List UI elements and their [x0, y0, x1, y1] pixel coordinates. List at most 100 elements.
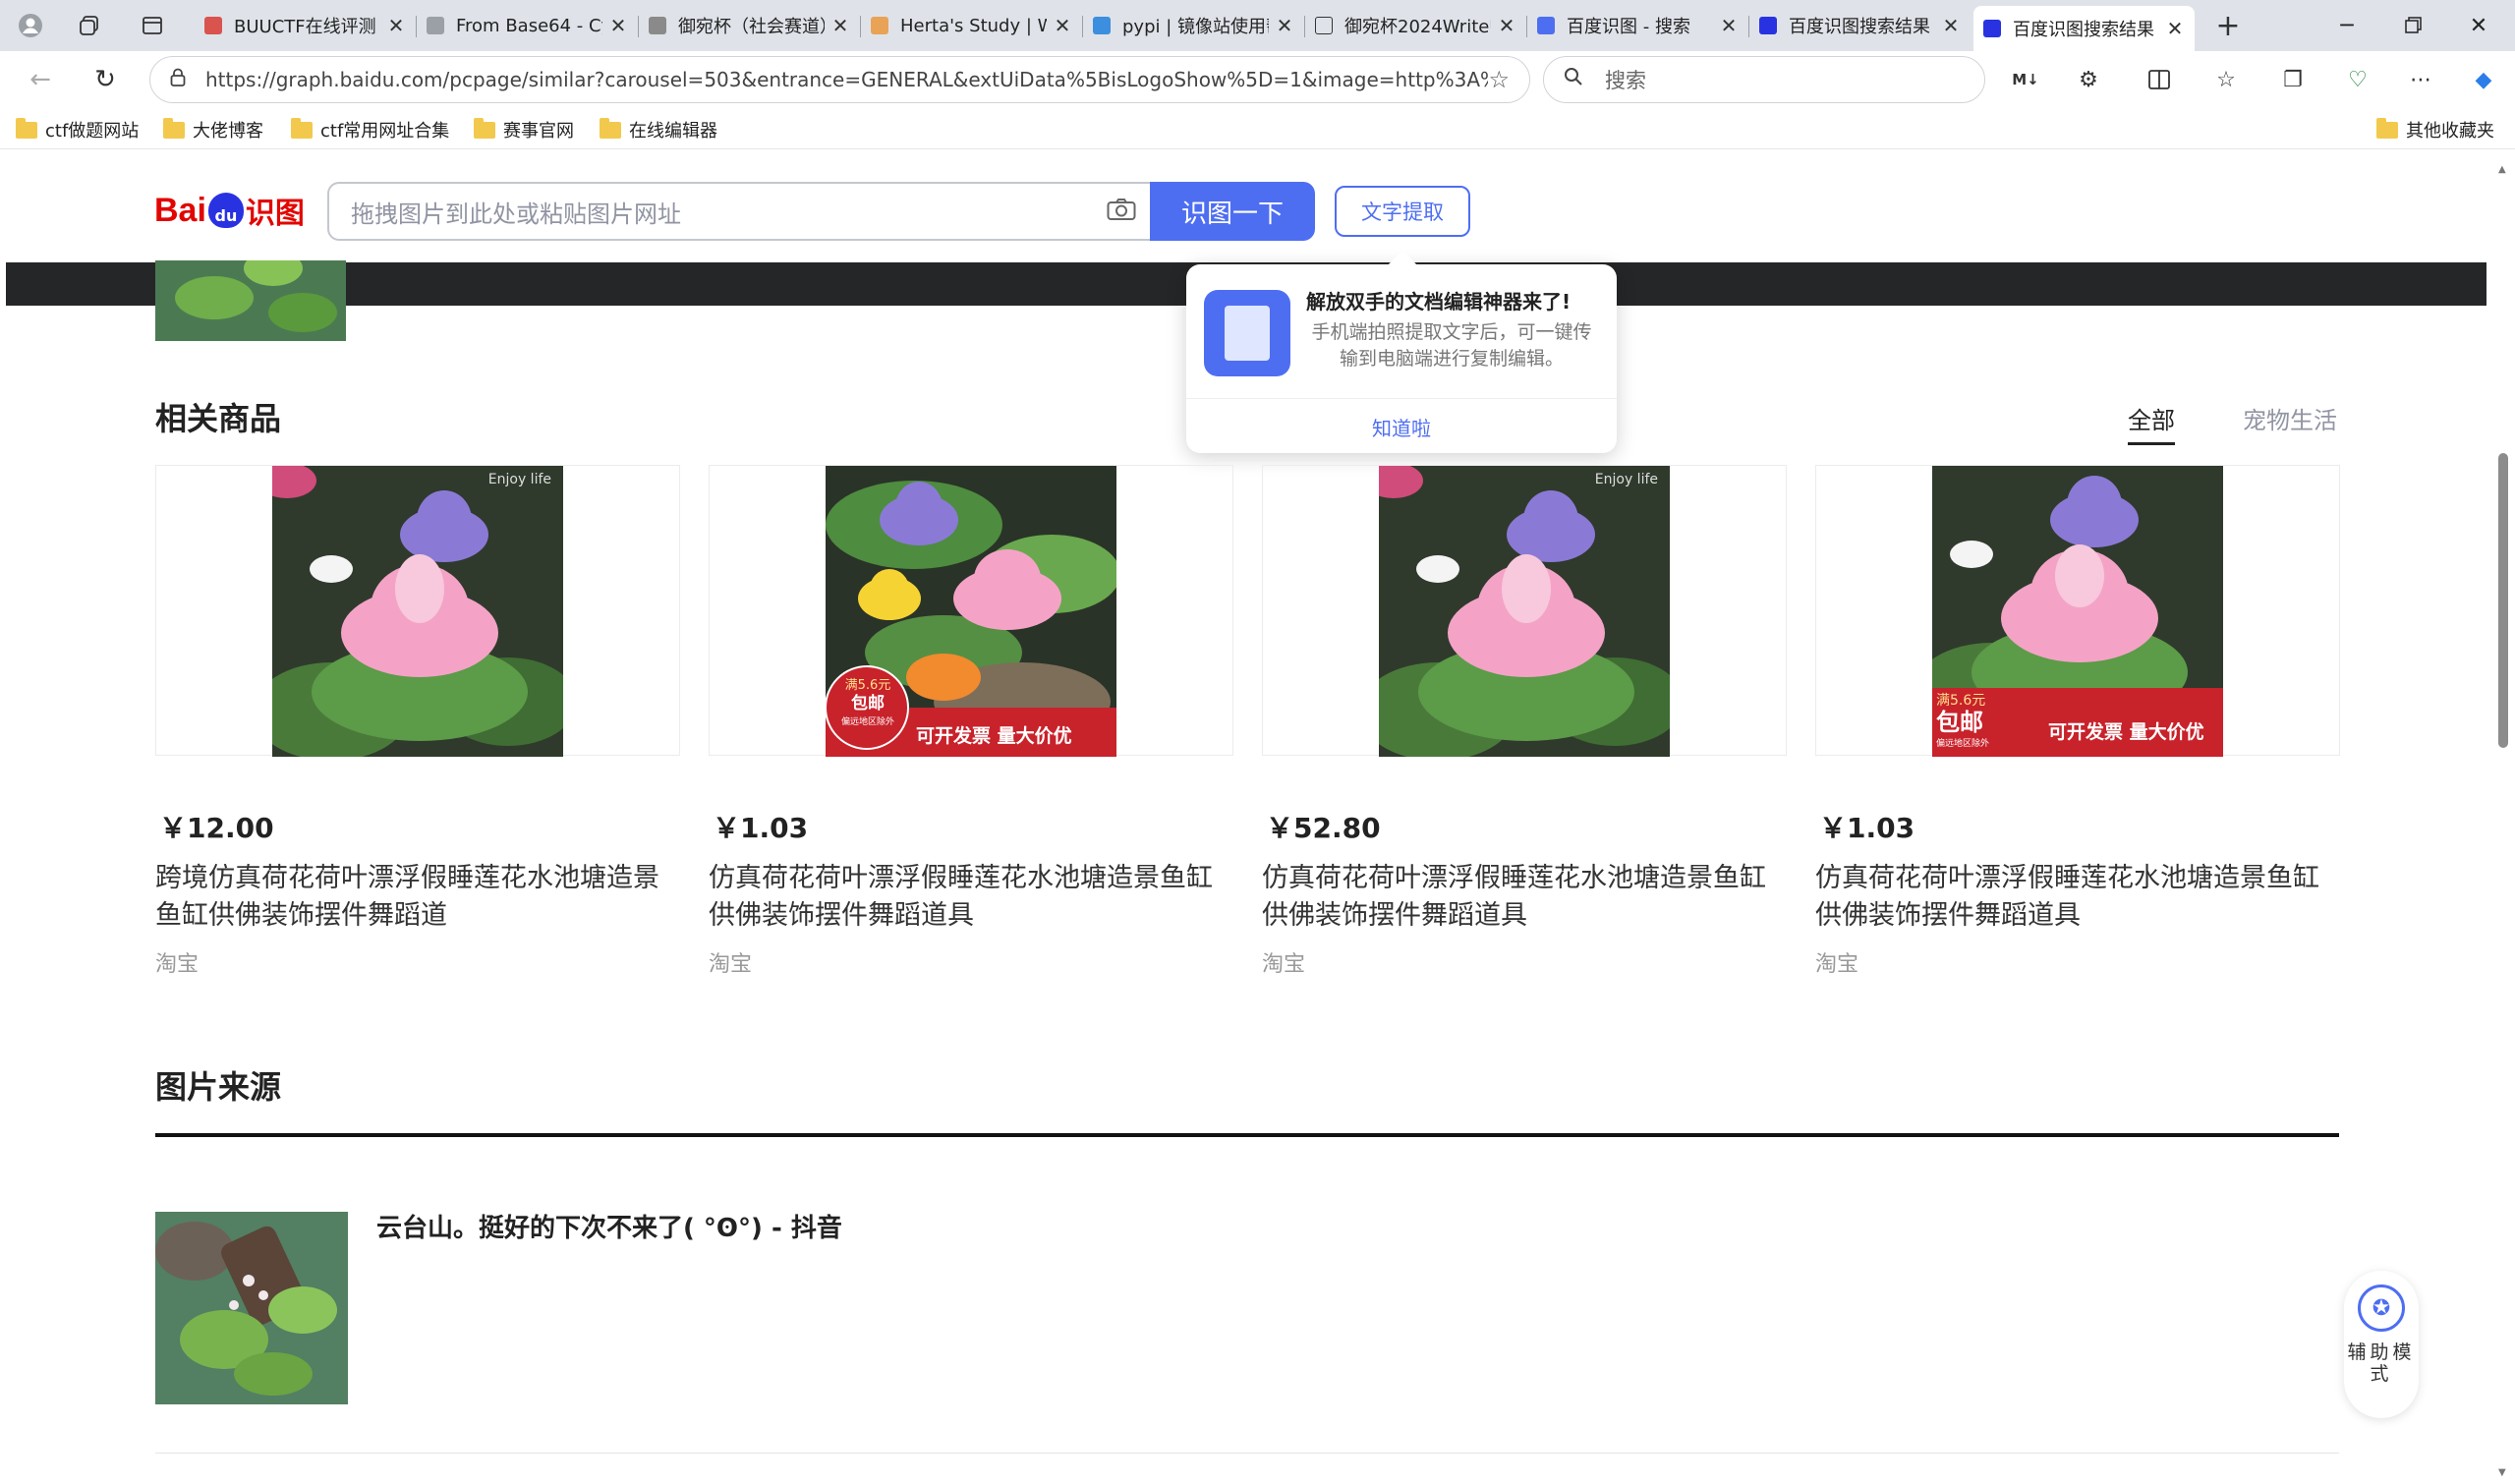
tab-baidu-search[interactable]: 百度识图 - 搜索 ✕: [1527, 6, 1748, 45]
product-price: ￥1.03: [1819, 812, 1915, 844]
product-image[interactable]: 满5.6元 包邮 偏远地区除外 可开发票 量大价优: [1932, 466, 2223, 757]
camera-icon[interactable]: [1092, 196, 1151, 228]
product-shop[interactable]: 淘宝: [709, 946, 752, 978]
scroll-up-icon[interactable]: ▲: [2498, 164, 2506, 175]
tab-writeup[interactable]: 御宛杯2024WriteUp ✕: [1305, 6, 1526, 45]
search-placeholder: 拖拽图片到此处或粘贴图片网址: [351, 200, 681, 228]
new-tab-icon[interactable]: +: [2209, 8, 2247, 43]
assist-mode-button[interactable]: ✪ 辅助模式: [2344, 1271, 2419, 1418]
close-tab-icon[interactable]: ✕: [830, 14, 850, 37]
bookmark-folder[interactable]: ctf做题网站: [16, 117, 139, 143]
filter-tab-pets[interactable]: 宠物生活: [2243, 401, 2337, 435]
bookmark-folder[interactable]: ctf常用网址合集: [291, 117, 449, 143]
bookmark-label: ctf做题网站: [45, 121, 140, 142]
close-tab-icon[interactable]: ✕: [2165, 17, 2185, 40]
copilot-icon[interactable]: ◆: [2465, 61, 2502, 98]
tab-baidu-result-active[interactable]: 百度识图搜索结果 ✕: [1973, 6, 2195, 51]
badge-text: 偏远地区除外: [1936, 739, 1990, 749]
workspaces-icon[interactable]: [71, 8, 108, 43]
close-tab-icon[interactable]: ✕: [608, 14, 628, 37]
product-card[interactable]: 满5.6元 包邮 偏远地区除外 可开发票 量大价优: [709, 465, 1233, 757]
bookmark-folder[interactable]: 赛事官网: [474, 117, 574, 143]
section-title-products: 相关商品: [155, 400, 282, 437]
tab-herta[interactable]: Herta's Study | Web ✕: [861, 6, 1082, 45]
favorites-icon[interactable]: ☆: [2207, 61, 2245, 98]
split-screen-icon[interactable]: [2141, 61, 2178, 98]
extensions-icon[interactable]: ⚙: [2070, 61, 2107, 98]
close-tab-icon[interactable]: ✕: [1941, 14, 1961, 37]
product-card[interactable]: Enjoy life: [1262, 465, 1787, 757]
more-menu-icon[interactable]: ⋯: [2402, 61, 2439, 98]
product-image[interactable]: Enjoy life: [272, 466, 563, 757]
tab-actions-icon[interactable]: [134, 8, 171, 43]
minimize-icon[interactable]: ─: [2319, 8, 2374, 43]
product-name[interactable]: 仿真荷花荷叶漂浮假睡莲花水池塘造景鱼缸供佛装饰摆件舞蹈道具: [709, 860, 1229, 935]
refresh-icon[interactable]: ↻: [86, 61, 124, 98]
assist-mode-label: 辅助模式: [2347, 1341, 2416, 1385]
tab-title: 百度识图搜索结果: [2013, 20, 2154, 40]
close-tab-icon[interactable]: ✕: [386, 14, 406, 37]
bookmark-label: ctf常用网址合集: [320, 121, 450, 142]
folder-icon: [600, 117, 621, 139]
promo-banner-text: 可开发票 量大价优: [916, 725, 1072, 747]
text-extract-button[interactable]: 文字提取: [1335, 186, 1470, 237]
search-icon: [1537, 17, 1555, 34]
tab-cyberchef[interactable]: From Base64 - CyberChef ✕: [417, 6, 638, 45]
product-shop[interactable]: 淘宝: [155, 946, 199, 978]
tab-buuctf[interactable]: BUUCTF在线评测 ✕: [195, 6, 416, 45]
product-name[interactable]: 跨境仿真荷花荷叶漂浮假睡莲花水池塘造景鱼缸供佛装饰摆件舞蹈道: [155, 860, 676, 935]
close-tab-icon[interactable]: ✕: [1053, 14, 1072, 37]
page-scrollbar[interactable]: ▲ ▼: [2492, 150, 2515, 1484]
other-bookmarks-folder[interactable]: 其他收藏夹: [2376, 117, 2494, 143]
url-text[interactable]: https://graph.baidu.com/pcpage/similar?c…: [205, 68, 1488, 91]
profile-icon[interactable]: [12, 8, 49, 43]
baidu-shitu-logo[interactable]: Bai du 识图: [154, 188, 305, 233]
collections-icon[interactable]: ❐: [2274, 61, 2312, 98]
baidu-paw-icon: [1759, 17, 1777, 34]
source-divider: [155, 1453, 2339, 1454]
product-image[interactable]: Enjoy life: [1379, 466, 1670, 757]
markdown-extension-icon[interactable]: M↓: [2007, 61, 2044, 98]
close-window-icon[interactable]: ✕: [2451, 8, 2506, 43]
source-thumbnail[interactable]: [155, 1212, 348, 1404]
product-card[interactable]: 满5.6元 包邮 偏远地区除外 可开发票 量大价优: [1815, 465, 2340, 757]
source-title-link[interactable]: 云台山。挺好的下次不来了( °ʘ°) - 抖音: [376, 1208, 842, 1244]
tab-pypi[interactable]: pypi | 镜像站使用帮助 ✕: [1083, 6, 1304, 45]
back-icon[interactable]: ←: [22, 61, 59, 98]
scrollbar-thumb[interactable]: [2498, 453, 2508, 748]
favorite-star-icon[interactable]: ☆: [1488, 66, 1510, 93]
search-placeholder: 搜索: [1605, 69, 1646, 92]
tab-title: Herta's Study | Web: [900, 15, 1047, 36]
ocr-promo-popup: 解放双手的文档编辑神器来了! 手机端拍照提取文字后，可一键传输到电脑端进行复制编…: [1186, 264, 1617, 453]
section-divider: [155, 1133, 2339, 1137]
bookmark-label: 在线编辑器: [629, 121, 717, 142]
product-name[interactable]: 仿真荷花荷叶漂浮假睡莲花水池塘造景鱼缸供佛装饰摆件舞蹈道具: [1815, 860, 2336, 935]
image-search-button[interactable]: 识图一下: [1150, 182, 1315, 241]
browser-essentials-icon[interactable]: ♡: [2339, 61, 2376, 98]
product-shop[interactable]: 淘宝: [1815, 946, 1858, 978]
product-name[interactable]: 仿真荷花荷叶漂浮假睡莲花水池塘造景鱼缸供佛装饰摆件舞蹈道具: [1262, 860, 1783, 935]
image-search-input[interactable]: 拖拽图片到此处或粘贴图片网址: [327, 182, 1151, 241]
tab-title: 御宛杯2024WriteUp: [1344, 17, 1491, 37]
close-tab-icon[interactable]: ✕: [1275, 14, 1294, 37]
address-bar[interactable]: https://graph.baidu.com/pcpage/similar?c…: [149, 56, 1530, 103]
section-title-sources: 图片来源: [155, 1068, 282, 1106]
web-page: Bai du 识图 拖拽图片到此处或粘贴图片网址 识图一下 文字提取 解放双手的…: [0, 150, 2492, 1484]
filter-tab-all[interactable]: 全部: [2128, 401, 2175, 445]
badge-text: 包邮: [851, 694, 885, 713]
browser-search-input[interactable]: 搜索: [1543, 56, 1985, 103]
restore-icon[interactable]: [2386, 8, 2441, 43]
bookmark-folder[interactable]: 在线编辑器: [600, 117, 717, 143]
scroll-down-icon[interactable]: ▼: [2498, 1467, 2506, 1478]
product-shop[interactable]: 淘宝: [1262, 946, 1305, 978]
favicon-icon: [871, 17, 888, 34]
popup-dismiss-button[interactable]: 知道啦: [1186, 402, 1617, 451]
tab-yuwan[interactable]: 御宛杯（社会赛道） ✕: [639, 6, 860, 45]
product-image[interactable]: 满5.6元 包邮 偏远地区除外 可开发票 量大价优: [826, 466, 1116, 757]
close-tab-icon[interactable]: ✕: [1719, 14, 1739, 37]
product-card[interactable]: Enjoy life: [155, 465, 680, 757]
bookmark-folder[interactable]: 大佬博客: [163, 117, 263, 143]
folder-icon: [291, 117, 313, 139]
close-tab-icon[interactable]: ✕: [1497, 14, 1516, 37]
tab-baidu-result[interactable]: 百度识图搜索结果 ✕: [1749, 6, 1971, 45]
